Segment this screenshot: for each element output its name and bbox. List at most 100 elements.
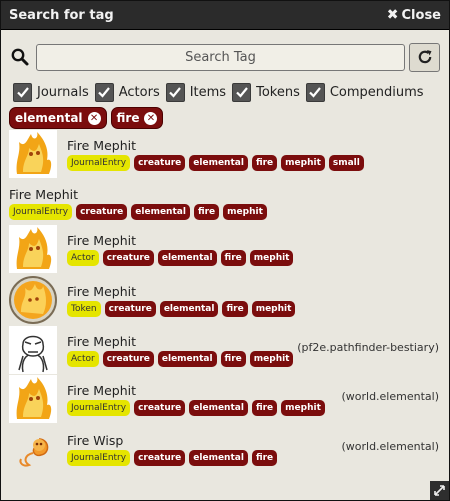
- check-icon: [309, 87, 322, 98]
- filter-tokens[interactable]: Tokens: [232, 82, 300, 102]
- type-badge: JournalEntry: [67, 155, 131, 171]
- close-icon: ✖: [386, 7, 399, 23]
- compendiums-checkbox[interactable]: [305, 82, 325, 102]
- tag-badge[interactable]: creature: [102, 250, 154, 266]
- tag-badge[interactable]: elemental: [157, 351, 217, 367]
- result-name: Fire Wisp: [67, 433, 124, 448]
- tag-badge[interactable]: elemental: [131, 204, 190, 220]
- tag-badge[interactable]: fire: [220, 250, 246, 266]
- tag-badge[interactable]: fire: [220, 351, 246, 367]
- list-item[interactable]: Fire Mephit Actor creature elemental fir…: [1, 326, 449, 375]
- tag-badge[interactable]: creature: [76, 204, 128, 220]
- active-tag-chip: fire ✕: [110, 107, 164, 129]
- tag-badge[interactable]: small: [328, 155, 364, 171]
- list-item[interactable]: Fire Mephit Actor creature elemental fir…: [1, 225, 449, 276]
- filter-actors[interactable]: Actors: [94, 82, 160, 102]
- active-tag-label: elemental: [15, 111, 83, 125]
- active-tag-label: fire: [116, 111, 140, 125]
- result-name: Fire Mephit: [67, 284, 136, 299]
- remove-tag-icon[interactable]: ✕: [144, 111, 158, 125]
- result-name: Fire Mephit: [67, 334, 136, 349]
- list-item[interactable]: Fire Mephit JournalEntry creature elemen…: [1, 375, 449, 425]
- actors-checkbox[interactable]: [94, 82, 114, 102]
- type-badge: Token: [67, 301, 101, 317]
- wisp-image: [19, 438, 49, 467]
- result-info: Fire Mephit Actor creature elemental fir…: [67, 326, 294, 367]
- refresh-button[interactable]: [409, 42, 440, 72]
- tag-badge[interactable]: fire: [251, 450, 278, 466]
- tag-badge[interactable]: mephit: [223, 204, 267, 220]
- result-info: Fire Mephit JournalEntry creature elemen…: [9, 180, 267, 220]
- result-name: Fire Mephit: [9, 187, 78, 202]
- refresh-icon: [418, 50, 431, 64]
- token-image: [9, 276, 57, 324]
- type-badge: Actor: [67, 250, 99, 266]
- filter-label: Compendiums: [329, 84, 424, 100]
- search-for-tag-window: Search for tag ✖ Close Journals: [0, 0, 450, 501]
- result-tags: JournalEntry creature elemental fire: [67, 450, 278, 466]
- filter-compendiums[interactable]: Compendiums: [305, 82, 424, 102]
- search-row: [1, 30, 449, 72]
- filter-label: Journals: [37, 84, 89, 100]
- result-name: Fire Mephit: [67, 383, 136, 398]
- window-title: Search for tag: [9, 7, 114, 23]
- tag-badge[interactable]: elemental: [157, 250, 217, 266]
- result-tags: Actor creature elemental fire mephit: [67, 250, 294, 266]
- items-checkbox[interactable]: [165, 82, 185, 102]
- journals-checkbox[interactable]: [13, 82, 32, 102]
- filter-items[interactable]: Items: [165, 82, 227, 102]
- tag-badge[interactable]: fire: [222, 301, 248, 317]
- tag-badge[interactable]: mephit: [249, 250, 294, 266]
- result-info: Fire Wisp JournalEntry creature elementa…: [67, 425, 278, 466]
- result-name: Fire Mephit: [67, 138, 136, 153]
- mystery-man-image: [9, 326, 57, 374]
- type-filters: Journals Actors Items Tokens Compendiums: [1, 72, 449, 105]
- check-icon: [235, 87, 248, 98]
- search-icon: [11, 48, 29, 66]
- mephit-image: [9, 225, 57, 273]
- tag-badge[interactable]: elemental: [189, 155, 248, 171]
- result-source: (pf2e.pathfinder-bestiary): [297, 341, 439, 354]
- filter-label: Items: [189, 84, 227, 100]
- result-name: Fire Mephit: [67, 233, 136, 248]
- tag-badge[interactable]: fire: [251, 400, 278, 416]
- tag-badge[interactable]: mephit: [249, 351, 294, 367]
- type-badge: JournalEntry: [67, 450, 131, 466]
- tag-badge[interactable]: creature: [134, 400, 186, 416]
- filter-journals[interactable]: Journals: [13, 82, 89, 102]
- tag-badge[interactable]: elemental: [159, 301, 219, 317]
- result-source: (world.elemental): [341, 390, 439, 403]
- filter-label: Actors: [118, 84, 160, 100]
- active-tag-chip: elemental ✕: [9, 107, 107, 129]
- type-badge: JournalEntry: [67, 400, 131, 416]
- remove-tag-icon[interactable]: ✕: [87, 111, 101, 125]
- result-source: (world.elemental): [341, 440, 439, 453]
- window-titlebar[interactable]: Search for tag ✖ Close: [1, 1, 449, 30]
- search-input[interactable]: [36, 43, 405, 71]
- mephit-image: [9, 375, 57, 423]
- result-info: Fire Mephit Token creature elemental fir…: [67, 276, 296, 317]
- tag-badge[interactable]: creature: [102, 351, 154, 367]
- tag-badge[interactable]: creature: [134, 450, 186, 466]
- tag-badge[interactable]: creature: [134, 155, 186, 171]
- results-list: Fire Mephit JournalEntry creature elemen…: [1, 130, 449, 475]
- resize-handle[interactable]: [430, 481, 449, 500]
- list-item[interactable]: Fire Mephit JournalEntry creature elemen…: [1, 130, 449, 180]
- result-tags: Token creature elemental fire mephit: [67, 301, 296, 317]
- check-icon: [98, 87, 111, 98]
- list-item[interactable]: Fire Mephit JournalEntry creature elemen…: [1, 180, 449, 225]
- tag-badge[interactable]: mephit: [281, 400, 325, 416]
- list-item[interactable]: Fire Wisp JournalEntry creature elementa…: [1, 425, 449, 475]
- tag-badge[interactable]: mephit: [251, 301, 296, 317]
- tag-badge[interactable]: elemental: [189, 450, 248, 466]
- tag-badge[interactable]: fire: [193, 204, 220, 220]
- tag-badge[interactable]: mephit: [281, 155, 325, 171]
- tokens-checkbox[interactable]: [232, 82, 252, 102]
- close-button[interactable]: ✖ Close: [387, 8, 441, 23]
- result-tags: Actor creature elemental fire mephit: [67, 351, 294, 367]
- list-item[interactable]: Fire Mephit Token creature elemental fir…: [1, 276, 449, 326]
- tag-badge[interactable]: elemental: [189, 400, 248, 416]
- result-info: Fire Mephit Actor creature elemental fir…: [67, 225, 294, 266]
- tag-badge[interactable]: creature: [104, 301, 156, 317]
- tag-badge[interactable]: fire: [251, 155, 278, 171]
